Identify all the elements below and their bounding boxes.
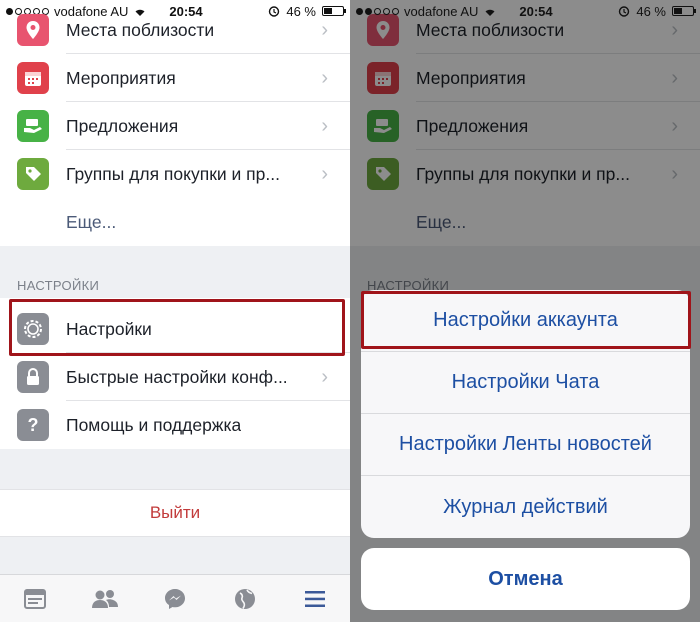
chevron-right-icon: ›: [321, 66, 328, 89]
spacer-band: [0, 449, 350, 489]
chat-settings-button[interactable]: Настройки Чата: [361, 352, 690, 414]
friends-icon: [92, 589, 118, 608]
news-feed-settings-button[interactable]: Настройки Ленты новостей: [361, 414, 690, 476]
left-screen: vodafone AU 20:54 46 % Места поблизости …: [0, 0, 350, 622]
activity-log-button[interactable]: Журнал действий: [361, 476, 690, 538]
tab-friends[interactable]: [87, 581, 123, 617]
chevron-right-icon: ›: [321, 114, 328, 137]
screens: vodafone AU 20:54 46 % Места поблизости …: [0, 0, 700, 622]
messenger-icon: [165, 588, 185, 609]
settings-section-header: НАСТРОЙКИ: [17, 278, 100, 293]
shopping-tag-icon: [17, 158, 49, 190]
menu-item-events[interactable]: Мероприятия ›: [0, 54, 350, 102]
tab-messenger[interactable]: [157, 581, 193, 617]
more-link[interactable]: Еще...: [0, 198, 350, 246]
menu-item-help-support[interactable]: ? Помощь и поддержка: [0, 401, 350, 449]
battery-percent: 46 %: [636, 3, 666, 19]
tab-news-feed[interactable]: [17, 581, 53, 617]
right-screen: Места поблизости › Мероприятия › Предлож…: [350, 0, 700, 622]
logout-button[interactable]: Выйти: [0, 489, 350, 537]
menu-item-label: Группы для покупки и пр...: [66, 163, 280, 184]
location-pin-icon: [17, 14, 49, 46]
tab-bar: [0, 574, 350, 622]
tab-menu[interactable]: [297, 581, 333, 617]
news-feed-icon: [24, 588, 46, 609]
lock-icon: [17, 361, 49, 393]
chevron-right-icon: ›: [321, 162, 328, 185]
menu-item-nearby[interactable]: Места поблизости ›: [0, 6, 350, 54]
carrier-name: vodafone AU: [404, 3, 479, 19]
spacer-band: [0, 537, 350, 574]
battery-icon: [672, 6, 696, 16]
question-icon: ?: [17, 409, 49, 441]
calendar-icon: [17, 62, 49, 94]
menu-item-buy-sell-groups[interactable]: Группы для покупки и пр... ›: [0, 150, 350, 198]
alarm-icon: [619, 6, 630, 17]
menu-item-label: Предложения: [66, 115, 179, 136]
tab-notifications[interactable]: [227, 581, 263, 617]
globe-icon: [235, 588, 255, 609]
menu-item-label: Мероприятия: [66, 67, 176, 88]
settings-highlight-frame: [9, 299, 345, 356]
chevron-right-icon: ›: [321, 18, 328, 41]
more-label: Еще...: [66, 211, 117, 232]
menu-item-label: Помощь и поддержка: [66, 414, 242, 435]
menu-item-privacy-shortcuts[interactable]: Быстрые настройки конф... ›: [0, 353, 350, 401]
menu-item-label: Быстрые настройки конф...: [66, 366, 288, 387]
wifi-icon: [485, 9, 495, 16]
hamburger-menu-icon: [305, 590, 325, 607]
status-bar: vodafone AU 20:54 46 %: [350, 0, 700, 22]
offer-hands-icon: [17, 110, 49, 142]
menu-item-label: Места поблизости: [66, 19, 215, 40]
menu-item-offers[interactable]: Предложения ›: [0, 102, 350, 150]
signal-icon: [356, 7, 399, 15]
chevron-right-icon: ›: [321, 365, 328, 388]
cancel-button[interactable]: Отмена: [361, 548, 690, 610]
status-time: 20:54: [519, 3, 553, 19]
account-settings-highlight-frame: [361, 291, 691, 349]
